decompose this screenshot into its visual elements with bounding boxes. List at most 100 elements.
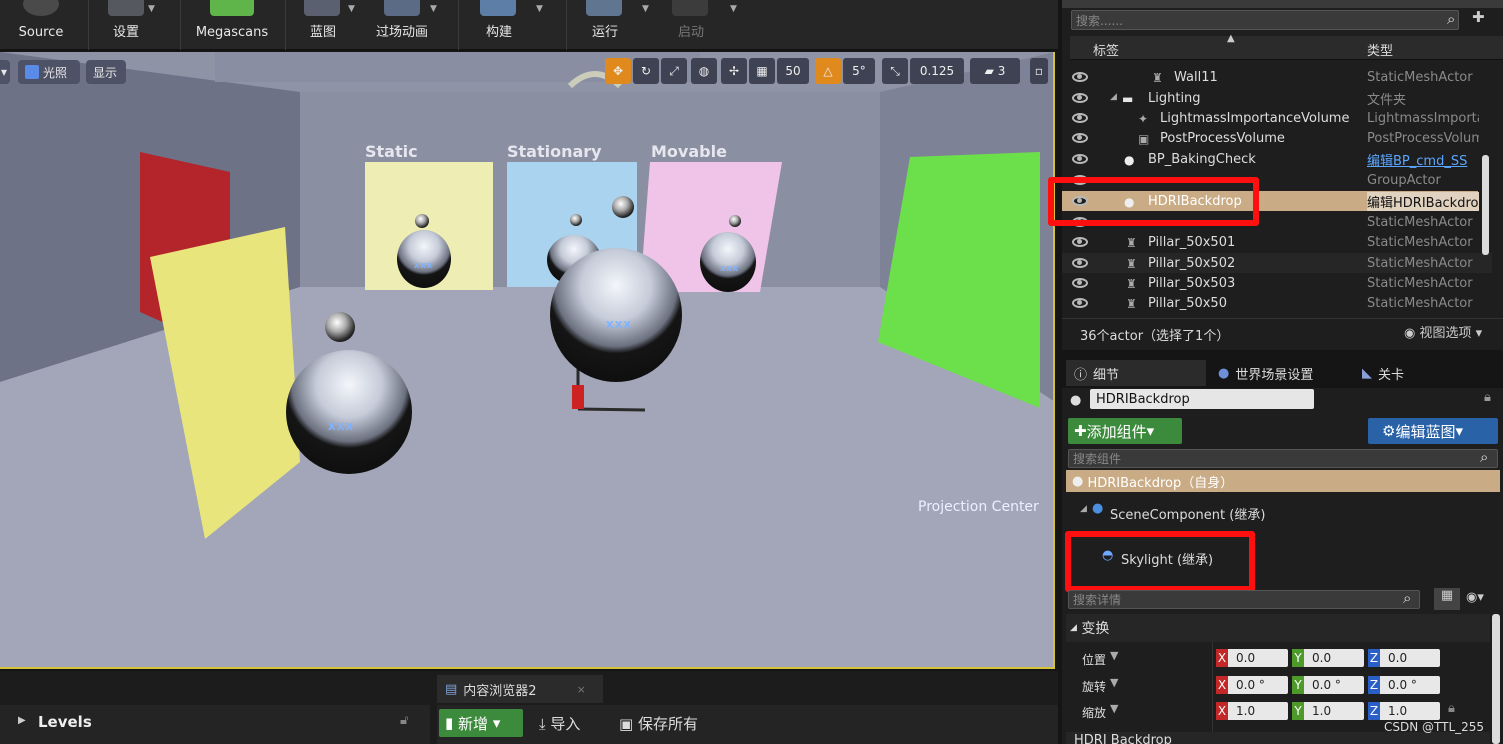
level-viewport[interactable]: ▾ 光照 显示 ✥ ↻ ⤢ ◍ ✢ ▦ 50 △ 5° ⤡ 0.125 ▰ 3 … <box>0 52 1055 669</box>
expand-arrow-icon[interactable]: ◢ <box>1110 92 1122 105</box>
actor-name-field[interactable]: HDRIBackdrop <box>1090 389 1314 409</box>
small-reflection-ball[interactable] <box>729 215 741 227</box>
view-options-button[interactable]: ◉ 视图选项 ▾ <box>1404 322 1482 341</box>
chrome-sphere[interactable]: XXX <box>397 230 451 288</box>
eye-icon[interactable] <box>1072 133 1088 143</box>
surface-snap-button[interactable]: ✢ <box>721 58 747 84</box>
lock-icon[interactable]: 🔒︎ <box>1484 390 1491 405</box>
small-reflection-ball[interactable] <box>325 312 355 342</box>
outliner-row[interactable]: ♜ Pillar_50x503 StaticMeshActor <box>1062 273 1492 293</box>
megascans-button[interactable]: Megascans <box>190 0 274 50</box>
location-z-input[interactable]: 0.0 <box>1380 649 1440 667</box>
play-button[interactable]: ▼ 运行 <box>580 0 649 50</box>
world-space-button[interactable]: ◍ <box>691 58 717 84</box>
eye-icon[interactable] <box>1072 113 1088 123</box>
tab-world-settings[interactable]: ● 世界场景设置 <box>1210 360 1350 386</box>
outliner-row[interactable]: ▣ PostProcessVolume PostProcessVolume <box>1062 128 1492 148</box>
rotation-z-input[interactable]: 0.0 ° <box>1380 676 1440 694</box>
outliner-row[interactable]: ✦ LightmassImportanceVolume LightmassImpor… <box>1062 108 1492 128</box>
chrome-sphere[interactable]: XXX <box>700 232 756 292</box>
expand-arrow-icon[interactable]: ▶ <box>18 715 26 726</box>
eye-icon[interactable] <box>1072 258 1088 268</box>
rotation-snap-dropdown[interactable]: 5° <box>843 58 875 84</box>
eye-icon[interactable] <box>1072 154 1088 164</box>
transform-section-header[interactable]: ◢ 变换 <box>1066 614 1490 642</box>
rotation-y-input[interactable]: 0.0 ° <box>1304 676 1364 694</box>
blueprint-button[interactable]: ▼ 蓝图 <box>292 0 355 50</box>
eye-icon[interactable] <box>1072 237 1088 247</box>
import-button[interactable]: ⤓ 导入 <box>539 713 580 734</box>
rotate-tool-button[interactable]: ↻ <box>633 58 659 84</box>
add-new-button[interactable]: ▮ 新增 ▾ <box>439 709 523 737</box>
tab-levels[interactable]: ◣ 关卡 <box>1354 360 1474 386</box>
chrome-sphere[interactable]: XXX <box>286 350 412 474</box>
translate-tool-button[interactable]: ✥ <box>605 58 631 84</box>
source-control-button[interactable]: Source <box>8 0 74 50</box>
rotation-snap-button[interactable]: △ <box>815 58 841 84</box>
outliner-search-input[interactable]: 搜索...... <box>1071 10 1459 30</box>
scale-tool-button[interactable]: ⤢ <box>661 58 687 84</box>
outliner-row[interactable]: ♜ Pillar_50x50 StaticMeshActor <box>1062 293 1492 313</box>
camera-speed-button[interactable]: ▰ 3 <box>970 58 1020 84</box>
property-matrix-button[interactable]: ▦ <box>1434 588 1460 610</box>
eye-icon[interactable]: ◉▾ <box>1466 590 1484 605</box>
small-reflection-ball[interactable] <box>415 214 429 228</box>
tab-content-browser[interactable]: ▤ 内容浏览器2 × <box>437 675 603 703</box>
viewport-options-button[interactable]: ▾ <box>0 60 10 84</box>
rotation-label[interactable]: 旋转 <box>1082 678 1106 695</box>
add-component-button[interactable]: ✚ 添加组件 ▾ <box>1068 418 1182 444</box>
add-filter-icon[interactable]: ✚ <box>1472 8 1485 26</box>
outliner-row[interactable]: ♜ Pillar_50x501 StaticMeshActor <box>1062 232 1492 252</box>
show-button[interactable]: 显示 <box>86 60 126 84</box>
search-components-input[interactable]: 搜索组件 <box>1068 449 1498 468</box>
eye-icon[interactable] <box>1072 278 1088 288</box>
maximize-viewport-button[interactable]: ▫ <box>1030 58 1048 84</box>
chevron-down-icon[interactable]: ▼ <box>1110 676 1118 689</box>
location-y-input[interactable]: 0.0 <box>1304 649 1364 667</box>
build-button[interactable]: ▼ 构建 <box>470 0 543 50</box>
search-details-input[interactable]: 搜索详情 <box>1068 590 1420 609</box>
small-reflection-ball[interactable] <box>612 196 634 218</box>
outliner-scrollbar[interactable] <box>1482 155 1489 255</box>
eye-icon[interactable] <box>1072 298 1088 308</box>
location-x-input[interactable]: 0.0 <box>1228 649 1288 667</box>
settings-button[interactable]: ▼ 设置 <box>96 0 156 50</box>
outliner-row[interactable]: ● BP_BakingCheck 编辑BP_cmd_SS <box>1062 149 1492 169</box>
column-header-type[interactable]: 类型 <box>1367 40 1393 59</box>
scale-lock-icon[interactable]: 🔒︎ <box>1448 701 1455 716</box>
eye-icon[interactable] <box>1072 93 1088 103</box>
scale-snap-button[interactable]: ⤡ <box>882 58 908 84</box>
grid-snap-button[interactable]: ▦ <box>749 58 775 84</box>
levels-label[interactable]: Levels <box>38 713 92 731</box>
outliner-row[interactable]: ♜ Pillar_50x502 StaticMeshActor <box>1062 253 1492 273</box>
tab-details[interactable]: ⓘ 细节 <box>1066 360 1206 386</box>
scene-component-row[interactable]: SceneComponent (继承) <box>1110 504 1265 523</box>
scale-label[interactable]: 缩放 <box>1082 704 1106 721</box>
details-scrollbar[interactable] <box>1492 614 1500 744</box>
component-self-row[interactable]: ● HDRIBackdrop（自身） <box>1066 470 1500 492</box>
scale-x-input[interactable]: 1.0 <box>1228 702 1288 720</box>
scale-z-input[interactable]: 1.0 <box>1380 702 1440 720</box>
chevron-down-icon[interactable]: ▼ <box>1110 702 1118 715</box>
close-icon[interactable]: × <box>577 683 586 696</box>
column-header-label[interactable]: 标签 <box>1093 40 1119 59</box>
rotation-x-input[interactable]: 0.0 ° <box>1228 676 1288 694</box>
lock-icon[interactable]: 🔓︎ <box>400 713 408 728</box>
edit-blueprint-link[interactable]: 编辑BP_cmd_SS <box>1367 150 1479 169</box>
chrome-sphere[interactable]: XXX <box>550 248 682 382</box>
outliner-row[interactable]: ♜ Wall11 StaticMeshActor <box>1062 67 1492 87</box>
scale-y-input[interactable]: 1.0 <box>1304 702 1364 720</box>
outliner-row[interactable]: ◢ ▬ Lighting 文件夹 <box>1062 88 1492 108</box>
launch-button[interactable]: ▼ 启动 <box>666 0 737 50</box>
small-reflection-ball[interactable] <box>570 214 582 226</box>
edit-blueprint-link[interactable]: 编辑HDRIBackdrop <box>1367 191 1479 211</box>
cinematics-button[interactable]: ▼ 过场动画 <box>366 0 438 50</box>
grid-size-dropdown[interactable]: 50 <box>777 58 809 84</box>
location-label[interactable]: 位置 <box>1082 651 1106 668</box>
expand-arrow-icon[interactable]: ◢ <box>1080 504 1087 514</box>
lighting-mode-button[interactable]: 光照 <box>18 60 80 84</box>
eye-icon[interactable] <box>1072 72 1088 82</box>
edit-blueprint-button[interactable]: ⚙ 编辑蓝图 ▾ <box>1368 418 1498 444</box>
chevron-down-icon[interactable]: ▼ <box>1110 649 1118 662</box>
save-all-button[interactable]: ▣ 保存所有 <box>619 713 698 734</box>
